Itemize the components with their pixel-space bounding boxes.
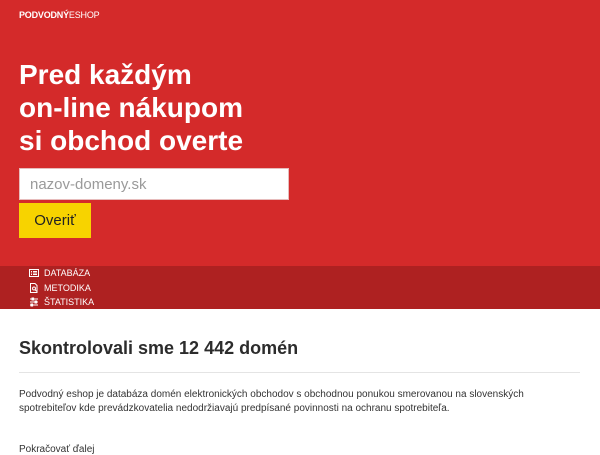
- nav-item-metodika[interactable]: METODIKA: [29, 282, 91, 294]
- hero-section: PODVODNÝESHOP Pred každým on-line nákupo…: [0, 0, 600, 266]
- nav-item-statistika[interactable]: ŠTATISTIKA: [29, 296, 94, 308]
- description-text: Podvodný eshop je databáza domén elektro…: [19, 389, 524, 414]
- main-content: [0, 309, 600, 450]
- divider: [19, 372, 580, 373]
- nav-item-databaza[interactable]: DATABÁZA: [29, 267, 90, 279]
- nav-item-label: METODIKA: [44, 283, 91, 293]
- nav-item-label: ŠTATISTIKA: [44, 297, 95, 307]
- document-search-icon: [29, 283, 39, 293]
- stats-icon: [29, 297, 39, 307]
- main-nav: DATABÁZA METODIKA ŠTATISTIKA: [0, 266, 600, 309]
- logo-bold-text: PODVODNÝ: [19, 10, 69, 20]
- page-title: Skontrolovali sme 12 442 domén: [19, 338, 299, 358]
- site-logo[interactable]: PODVODNÝESHOP: [19, 10, 100, 20]
- hero-headline: Pred každým on-line nákupom si obchod ov…: [19, 59, 244, 156]
- verify-button[interactable]: Overiť: [19, 203, 91, 238]
- logo-light-text: ESHOP: [68, 10, 100, 20]
- nav-item-label: DATABÁZA: [44, 268, 91, 278]
- list-icon: [29, 268, 39, 278]
- domain-search-input[interactable]: [19, 168, 289, 200]
